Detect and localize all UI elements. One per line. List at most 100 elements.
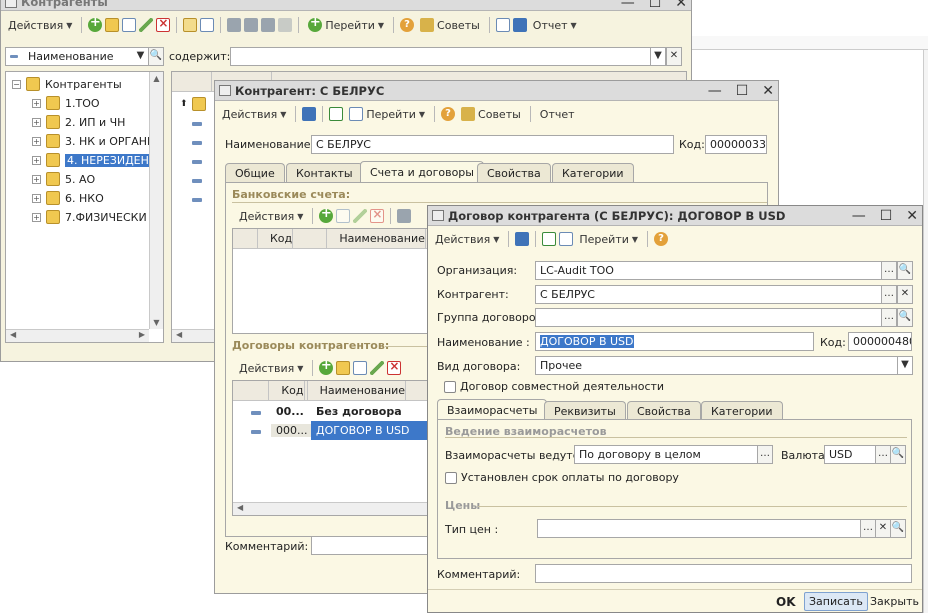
close-button[interactable]: ✕: [906, 208, 918, 224]
list-settings-icon[interactable]: [495, 18, 510, 32]
tree-item[interactable]: +6. НКО: [32, 189, 104, 207]
edit-icon[interactable]: [353, 209, 368, 223]
tab-properties[interactable]: Свойства: [627, 401, 701, 421]
delete-icon[interactable]: [370, 207, 385, 223]
grid-row[interactable]: [192, 171, 202, 190]
filter-clear-button[interactable]: ✕: [666, 47, 682, 66]
columns-icon[interactable]: [512, 18, 527, 32]
scroll-left-icon[interactable]: ◀: [237, 503, 243, 512]
move-icon[interactable]: [200, 18, 215, 32]
payment-term-checkbox[interactable]: Установлен срок оплаты по договору: [445, 471, 679, 484]
actions-menu[interactable]: Действия ▼: [432, 229, 502, 249]
maximize-button[interactable]: ☐: [880, 208, 893, 224]
goto-menu[interactable]: Перейти▼: [576, 229, 641, 249]
grid-row[interactable]: [192, 133, 202, 152]
price-type-input[interactable]: [537, 519, 861, 538]
report-menu[interactable]: Отчет ▼: [530, 15, 580, 35]
tips-button[interactable]: Советы: [417, 15, 483, 35]
bank-actions-menu[interactable]: Действия ▼: [236, 206, 306, 226]
minimize-button[interactable]: —: [621, 0, 635, 11]
scroll-left-icon[interactable]: ◀: [176, 330, 182, 339]
add-icon[interactable]: [88, 15, 103, 32]
grid-row[interactable]: [192, 114, 202, 133]
expand-icon[interactable]: +: [32, 174, 41, 184]
minimize-button[interactable]: —: [852, 208, 866, 224]
expand-icon[interactable]: +: [32, 136, 41, 146]
add-icon[interactable]: [319, 358, 334, 375]
comment-input[interactable]: [535, 564, 912, 583]
scroll-down-icon[interactable]: ▼: [150, 318, 163, 327]
tab-properties[interactable]: Свойства: [477, 163, 551, 183]
save-button[interactable]: Записать: [804, 592, 868, 611]
contract-name-input[interactable]: ДОГОВОР В USD: [535, 332, 814, 351]
filter-field-dropdown[interactable]: ▼: [133, 47, 149, 66]
copy-icon[interactable]: [122, 18, 137, 32]
contract-code-input[interactable]: 000000480: [848, 332, 912, 351]
add-folder-icon[interactable]: [336, 361, 351, 375]
close-button[interactable]: ✕: [675, 0, 687, 11]
joint-activity-checkbox[interactable]: Договор совместной деятельности: [444, 380, 664, 393]
tab-contacts[interactable]: Контакты: [286, 163, 363, 183]
organization-input[interactable]: LC-Audit ТОО: [535, 261, 882, 280]
tips-button[interactable]: Советы: [458, 104, 524, 124]
tree-item[interactable]: +5. АО: [32, 170, 95, 188]
tab-settlements[interactable]: Взаиморасчеты: [437, 399, 548, 421]
goto-menu[interactable]: Перейти▼: [346, 104, 428, 124]
delete-icon[interactable]: [387, 359, 402, 375]
name-input[interactable]: С БЕЛРУС: [311, 135, 674, 154]
contracts-actions-menu[interactable]: Действия ▼: [236, 358, 306, 378]
currency-input[interactable]: USD: [824, 445, 876, 464]
goto-menu[interactable]: Перейти▼: [305, 15, 387, 35]
copy-icon[interactable]: [559, 232, 574, 246]
tree-item[interactable]: +1.ТОО: [32, 94, 100, 112]
price-type-clear-button[interactable]: ✕: [875, 519, 891, 538]
contract-group-select-button[interactable]: …: [881, 308, 897, 327]
currency-open-button[interactable]: 🔍: [890, 445, 906, 464]
tree-item[interactable]: +4. НЕРЕЗИДЕН: [32, 151, 151, 169]
copy-icon[interactable]: [336, 209, 351, 223]
save-and-close-icon[interactable]: [302, 107, 317, 121]
ok-button[interactable]: OK: [776, 595, 796, 609]
grid-col-1[interactable]: [172, 72, 212, 91]
scroll-left-icon[interactable]: ◀: [10, 330, 16, 339]
tree-item[interactable]: +7.ФИЗИЧЕСКИ: [32, 208, 147, 226]
price-type-open-button[interactable]: 🔍: [890, 519, 906, 538]
col-name[interactable]: Наименование: [308, 381, 431, 400]
help-icon[interactable]: ?: [441, 107, 456, 121]
tree-root[interactable]: − Контрагенты: [12, 75, 122, 93]
tab-categories[interactable]: Категории: [552, 163, 634, 183]
filter-by-value-icon[interactable]: [244, 18, 259, 32]
scroll-up-icon[interactable]: ▲: [150, 74, 163, 83]
copy-icon[interactable]: [353, 361, 368, 375]
collapse-icon[interactable]: −: [12, 79, 21, 89]
contract-kind-select[interactable]: Прочее: [535, 356, 913, 375]
clear-filter-icon[interactable]: [278, 18, 293, 32]
expand-icon[interactable]: +: [32, 155, 41, 165]
filter-value-dropdown[interactable]: ▼: [650, 47, 666, 66]
counterparty-select-button[interactable]: …: [881, 285, 897, 304]
save-and-close-icon[interactable]: [515, 232, 530, 246]
save-icon[interactable]: [329, 107, 344, 121]
col-name[interactable]: Наименование: [327, 229, 431, 248]
edit-icon[interactable]: [139, 18, 154, 32]
tree-horizontal-scrollbar[interactable]: ◀ ▶: [6, 329, 149, 342]
contract-group-open-button[interactable]: 🔍: [897, 308, 913, 327]
delete-icon[interactable]: [156, 16, 171, 32]
tree-vertical-scrollbar[interactable]: ▲ ▼: [149, 72, 163, 329]
tab-categories[interactable]: Категории: [701, 401, 783, 421]
settlements-select-button[interactable]: …: [757, 445, 773, 464]
tree-item[interactable]: +2. ИП и ЧН: [32, 113, 125, 131]
col-code[interactable]: Код: [269, 381, 308, 400]
expand-icon[interactable]: +: [32, 212, 41, 222]
edit-icon[interactable]: [370, 361, 385, 375]
tree-item[interactable]: +3. НК и ОРГАНЬ: [32, 132, 155, 150]
currency-select-button[interactable]: …: [875, 445, 891, 464]
grid-row-up[interactable]: ⬆: [180, 94, 206, 113]
filter-icon[interactable]: [397, 209, 412, 223]
actions-menu[interactable]: Действия ▼: [219, 104, 289, 124]
filter-history-icon[interactable]: [261, 18, 276, 32]
table-row[interactable]: 000... ДОГОВОР В USD: [233, 421, 431, 440]
checkbox-box[interactable]: [444, 380, 456, 393]
code-input[interactable]: 000000336: [705, 135, 767, 154]
report-button[interactable]: Отчет: [537, 104, 578, 124]
